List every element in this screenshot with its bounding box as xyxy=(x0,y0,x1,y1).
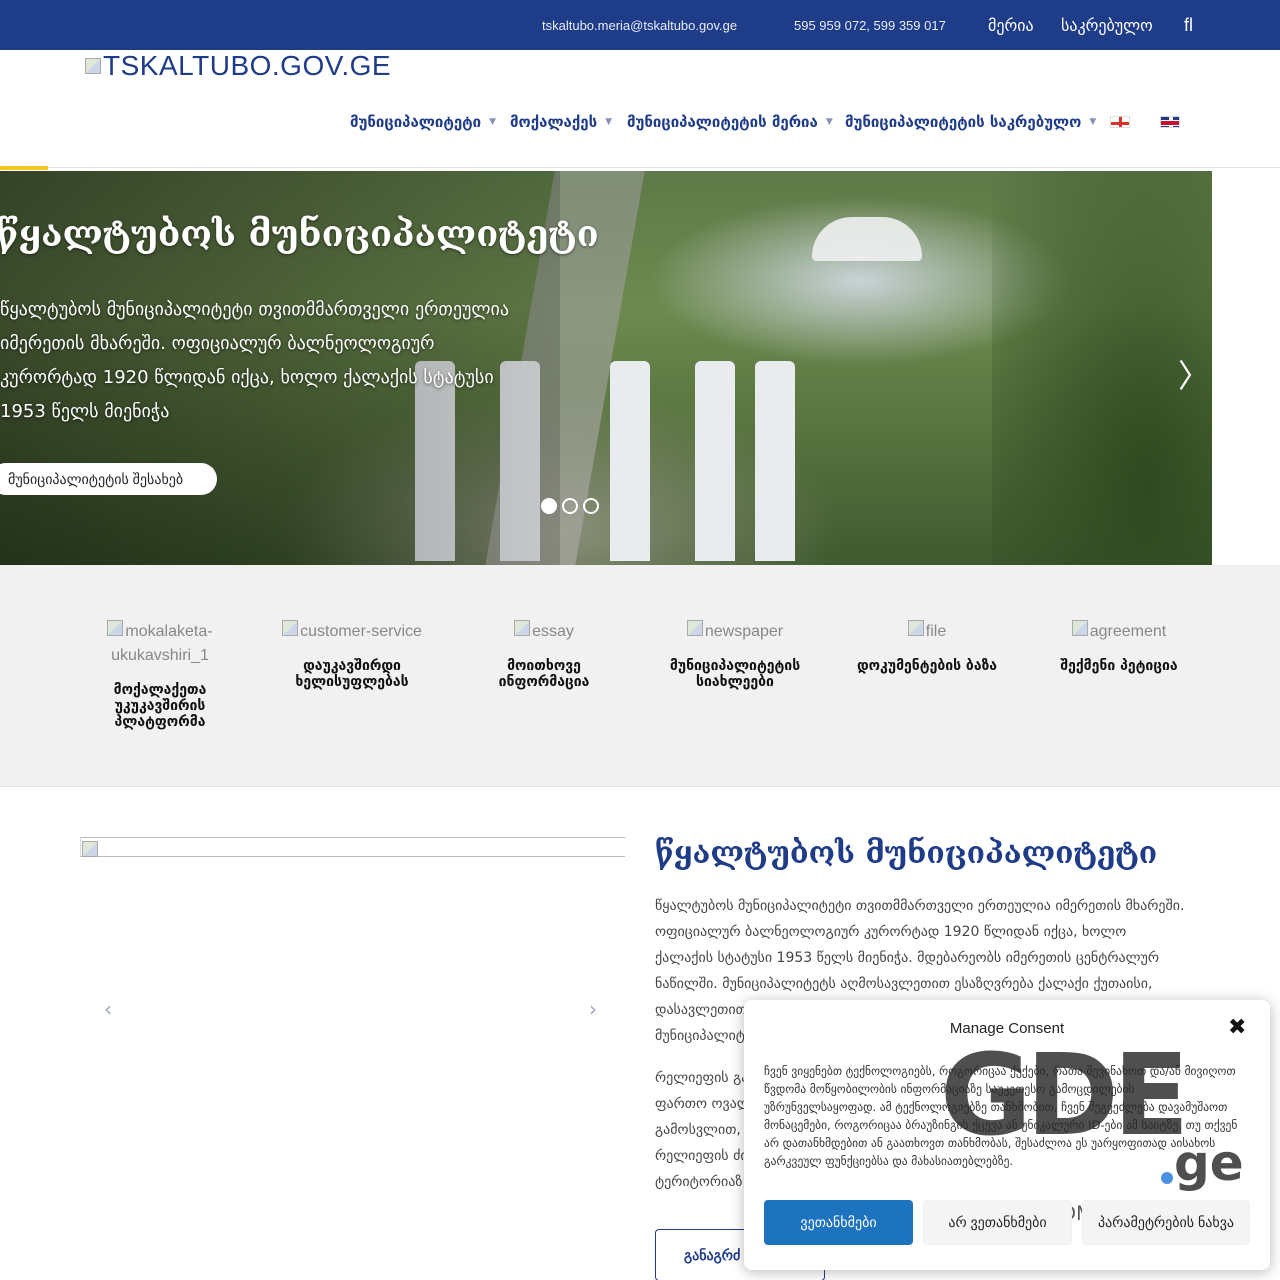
service-image-alt: file xyxy=(907,620,947,644)
paragraph-line: ოფიციალურ ბალნეოლოგიურ კურორტად 1920 წლი… xyxy=(655,924,1127,940)
nav-item-sakrebulo[interactable]: მუნიციპალიტეტის საკრებულო ▼ xyxy=(845,108,1096,136)
broken-image-icon xyxy=(282,620,299,636)
paragraph-line: წყალტუბოს მუნიციპალიტეტი თვითმმართველი ე… xyxy=(655,898,1185,914)
service-label: მუნიციპალიტეტის სიახლეები xyxy=(669,658,801,690)
georgian-flag-icon[interactable] xyxy=(1110,116,1130,128)
english-flag-icon[interactable] xyxy=(1160,116,1180,128)
caret-down-icon: ▼ xyxy=(825,117,833,127)
about-municipality-button[interactable]: მუნიციპალიტეტის შესახებ xyxy=(0,463,217,495)
hero-title: წყალტუბოს მუნიციპალიტეტი xyxy=(0,213,599,255)
hero-text: წყალტუბოს მუნიციპალიტეტი თვითმმართველი ე… xyxy=(0,293,560,429)
carousel-next-arrow[interactable]: › xyxy=(589,997,597,1021)
nav-item-label: მუნიციპალიტეტის საკრებულო xyxy=(845,113,1082,131)
topbar-link-meria[interactable]: მერია xyxy=(984,0,1034,50)
hero-photo-column xyxy=(695,361,735,561)
broken-image-icon xyxy=(686,620,703,636)
services-band: mokalaketa-ukukavshiri_1 მოქალაქეთა უკუკ… xyxy=(0,565,1280,787)
service-label: მოითხოვე ინფორმაცია xyxy=(498,658,590,690)
service-image-alt-text: mokalaketa-ukukavshiri_1 xyxy=(111,623,213,664)
service-image-alt-text: essay xyxy=(532,623,574,640)
phone-text[interactable]: 595 959 072, 599 359 017 xyxy=(794,18,946,33)
email-contact[interactable]: tskaltubo.meria@tskaltubo.gov.ge xyxy=(528,0,737,50)
hero-text-line: წყალტუბოს მუნიციპალიტეტი თვითმმართველი ე… xyxy=(0,299,510,320)
caret-down-icon: ▼ xyxy=(1089,117,1097,127)
service-image-alt-text: newspaper xyxy=(704,623,784,640)
broken-image-icon xyxy=(107,620,124,636)
paragraph-line: ქალაქის სტატუსი 1953 წელს მიენიჭა. მდება… xyxy=(655,950,1160,966)
nav-item-label: მუნიციპალიტეტის მერია xyxy=(627,113,818,131)
nav-item-label: მოქალაქეს xyxy=(510,113,598,131)
broken-image-icon xyxy=(514,620,531,636)
site-header: TSKALTUBO.GOV.GE მუნიციპალიტეტი ▼ მოქალაქ… xyxy=(0,50,1280,168)
consent-title: Manage Consent xyxy=(949,1020,1065,1037)
broken-image-icon xyxy=(85,58,101,74)
service-create-petition[interactable]: agreement შექმენი პეტიცია xyxy=(1039,620,1199,674)
service-image-alt: customer-service xyxy=(282,620,422,644)
service-image-alt: mokalaketa-ukukavshiri_1 xyxy=(80,620,240,668)
consent-deny-button[interactable]: არ ვეთანხმები xyxy=(923,1200,1072,1245)
broken-image-icon xyxy=(82,841,98,857)
service-label: დაუკავშირდი ხელისუფლებას xyxy=(295,658,409,690)
logo-alt-text: TSKALTUBO.GOV.GE xyxy=(103,50,392,81)
consent-text: ჩვენ ვიყენებთ ტექნოლოგიებს, როგორიცაა ქუ… xyxy=(764,1064,1238,1168)
close-icon[interactable]: ✖ xyxy=(1228,1016,1246,1040)
service-label: დოკუმენტების ბაზა xyxy=(856,658,998,674)
service-news[interactable]: newspaper მუნიციპალიტეტის სიახლეები xyxy=(655,620,815,690)
topbar-link-sakrebulo-label: საკრებულო xyxy=(1061,15,1153,35)
hero-text-line: კურორტად 1920 წლიდან იქცა, ხოლო ქალაქის … xyxy=(0,367,494,388)
consent-preferences-button[interactable]: პარამეტრების ნახვა xyxy=(1082,1200,1250,1245)
consent-accept-button[interactable]: ვეთანხმები xyxy=(764,1200,913,1245)
service-citizen-feedback[interactable]: mokalaketa-ukukavshiri_1 მოქალაქეთა უკუკ… xyxy=(80,620,240,730)
nav-item-label: მუნიციპალიტეტი xyxy=(350,113,482,131)
service-image-alt-text: customer-service xyxy=(300,623,422,640)
service-label: მოქალაქეთა უკუკავშირის პლატფორმა xyxy=(113,682,207,730)
topbar-link-sakrebulo[interactable]: საკრებულო xyxy=(1057,0,1153,50)
slider-dot-3[interactable] xyxy=(583,498,599,514)
slider-dots xyxy=(541,498,599,514)
hero-photo-column xyxy=(755,361,795,561)
slider-next-arrow[interactable]: 〉 xyxy=(1178,351,1210,397)
search-icon[interactable]: fl xyxy=(1184,0,1193,50)
hero-photo-column xyxy=(610,361,650,561)
phone-contact[interactable]: 595 959 072, 599 359 017 xyxy=(780,0,946,50)
site-logo[interactable]: TSKALTUBO.GOV.GE xyxy=(85,50,391,82)
hero-photo-dome xyxy=(812,217,922,261)
carousel-prev-arrow[interactable]: ‹ xyxy=(104,997,112,1021)
active-accent-bar xyxy=(0,166,48,170)
caret-down-icon: ▼ xyxy=(605,117,613,127)
service-request-information[interactable]: essay მოითხოვე ინფორმაცია xyxy=(464,620,624,690)
service-label: შექმენი პეტიცია xyxy=(1060,658,1178,674)
topbar-link-meria-label: მერია xyxy=(988,15,1034,35)
hero-text-line: იმერეთის მხარეში. ოფიციალურ ბალნეოლოგიურ xyxy=(0,333,435,354)
nav-item-citizen[interactable]: მოქალაქეს ▼ xyxy=(510,108,612,136)
broken-image-icon xyxy=(907,620,924,636)
broken-image-icon xyxy=(1071,620,1088,636)
service-contact-government[interactable]: customer-service დაუკავშირდი ხელისუფლება… xyxy=(272,620,432,690)
media-carousel xyxy=(80,837,625,857)
service-image-alt: essay xyxy=(514,620,574,644)
service-image-alt: agreement xyxy=(1071,620,1167,644)
consent-dialog: Manage Consent ✖ ჩვენ ვიყენებთ ტექნოლოგი… xyxy=(744,1000,1270,1270)
hero-slider: წყალტუბოს მუნიციპალიტეტი წყალტუბოს მუნიც… xyxy=(0,171,1212,565)
service-image-alt-text: agreement xyxy=(1089,623,1167,640)
slider-dot-2[interactable] xyxy=(562,498,578,514)
nav-item-meria[interactable]: მუნიციპალიტეტის მერია ▼ xyxy=(627,108,833,136)
top-bar: tskaltubo.meria@tskaltubo.gov.ge 595 959… xyxy=(0,0,1280,50)
caret-down-icon: ▼ xyxy=(489,117,497,127)
service-image-alt: newspaper xyxy=(686,620,784,644)
slider-dot-1[interactable] xyxy=(541,498,557,514)
watermark-dot xyxy=(1161,1172,1173,1184)
service-document-base[interactable]: file დოკუმენტების ბაზა xyxy=(847,620,1007,674)
section-title: წყალტუბოს მუნიციპალიტეტი xyxy=(655,836,1158,871)
service-image-alt-text: file xyxy=(925,623,947,640)
paragraph-line: ნაწილში. მუნიციპალიტეტს აღმოსავლეთით ესა… xyxy=(655,976,1153,992)
hero-text-line: 1953 წელს მიენიჭა xyxy=(0,401,170,422)
email-text[interactable]: tskaltubo.meria@tskaltubo.gov.ge xyxy=(542,18,737,33)
nav-item-municipality[interactable]: მუნიციპალიტეტი ▼ xyxy=(350,108,496,136)
